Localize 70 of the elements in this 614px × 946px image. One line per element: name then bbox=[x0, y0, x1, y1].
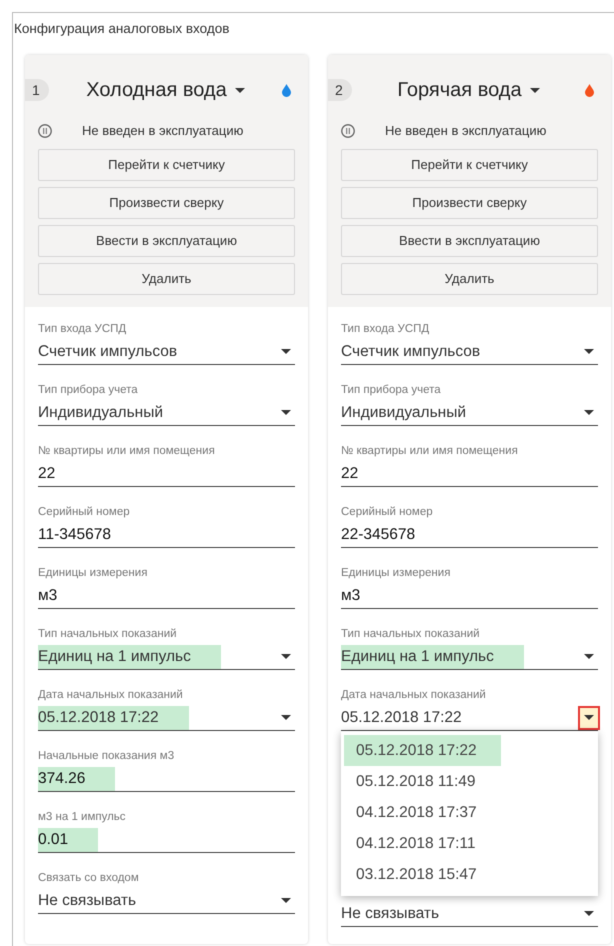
input-title[interactable]: Холодная вода bbox=[86, 75, 227, 105]
pause-icon bbox=[341, 124, 355, 138]
action-button[interactable]: Перейти к счетчику bbox=[341, 148, 598, 180]
input-number: 2 bbox=[328, 79, 352, 101]
select-field[interactable]: Индивидуальный bbox=[341, 400, 468, 424]
field-label: № квартиры или имя помещения bbox=[38, 444, 215, 458]
dropdown-toggle[interactable] bbox=[580, 708, 598, 728]
input-field[interactable]: 22-345678 bbox=[341, 522, 418, 546]
input-field[interactable]: 0.01 bbox=[38, 828, 98, 852]
select-field[interactable]: 05.12.2018 17:22 bbox=[341, 706, 464, 730]
action-button[interactable]: Произвести сверку bbox=[38, 186, 295, 218]
field-label: Тип входа УСПД bbox=[38, 322, 126, 336]
caret-icon bbox=[281, 898, 291, 903]
caret-icon bbox=[281, 410, 291, 415]
field-label: Тип начальных показаний bbox=[38, 626, 177, 642]
select-field[interactable]: Счетчик импульсов bbox=[38, 340, 180, 364]
input-field[interactable]: м3 bbox=[38, 584, 60, 608]
field-label: № квартиры или имя помещения bbox=[341, 444, 518, 458]
select-field[interactable]: Единиц на 1 импульс bbox=[38, 644, 221, 668]
select-field[interactable]: Не связывать bbox=[341, 902, 442, 926]
status-text: Не введен в эксплуатацию bbox=[385, 122, 546, 140]
select-field[interactable]: Индивидуальный bbox=[38, 400, 166, 424]
input-field[interactable]: 22 bbox=[38, 462, 58, 486]
menu-item[interactable]: 05.12.2018 17:22 bbox=[344, 734, 501, 766]
input-number: 1 bbox=[25, 79, 49, 101]
caret-icon bbox=[234, 88, 245, 92]
select-field[interactable]: Единиц на 1 импульс bbox=[341, 644, 524, 668]
input-field[interactable]: 11-345678 bbox=[38, 522, 113, 546]
panel-title: Конфигурация аналоговых входов bbox=[14, 20, 230, 38]
field-label: Связать со входом bbox=[38, 870, 139, 886]
caret-icon bbox=[584, 715, 594, 720]
field-label: Тип входа УСПД bbox=[341, 322, 430, 336]
caret-icon bbox=[530, 88, 540, 92]
menu-item[interactable]: 04.12.2018 17:11 bbox=[344, 828, 488, 858]
menu-item[interactable]: 04.12.2018 17:37 bbox=[344, 796, 489, 828]
action-button[interactable]: Удалить bbox=[341, 262, 598, 294]
select-field[interactable]: Счетчик импульсов bbox=[341, 340, 482, 364]
field-label: Серийный номер bbox=[38, 504, 130, 520]
field-label: Тип начальных показаний bbox=[341, 626, 480, 642]
field-label: Дата начальных показаний bbox=[341, 688, 486, 702]
field-label: Дата начальных показаний bbox=[38, 688, 183, 702]
field-label: Серийный номер bbox=[341, 504, 433, 520]
field-label: м3 на 1 импульс bbox=[38, 810, 126, 824]
field-label: Тип прибора учета bbox=[38, 382, 138, 398]
menu-item[interactable]: 03.12.2018 15:47 bbox=[344, 858, 489, 890]
select-field[interactable]: Не связывать bbox=[38, 888, 138, 912]
action-button[interactable]: Ввести в эксплуатацию bbox=[38, 224, 295, 256]
field-label: Единицы измерения bbox=[341, 566, 450, 580]
caret-icon bbox=[584, 410, 594, 415]
action-button[interactable]: Произвести сверку bbox=[341, 186, 598, 218]
caret-icon bbox=[281, 654, 291, 659]
action-button[interactable]: Ввести в эксплуатацию bbox=[341, 224, 598, 256]
field-label: Начальные показания м3 bbox=[38, 748, 174, 764]
input-field[interactable]: 22 bbox=[341, 462, 360, 486]
caret-icon bbox=[584, 911, 594, 916]
action-button[interactable]: Удалить bbox=[38, 262, 295, 294]
caret-icon bbox=[281, 715, 291, 720]
field-label: Единицы измерения bbox=[38, 566, 148, 580]
pause-icon bbox=[38, 124, 52, 138]
select-field[interactable]: 05.12.2018 17:22 bbox=[38, 706, 189, 730]
caret-icon bbox=[584, 349, 594, 354]
input-field[interactable]: м3 bbox=[341, 584, 362, 608]
field-label: Тип прибора учета bbox=[341, 382, 441, 398]
input-title[interactable]: Горячая вода bbox=[397, 75, 522, 105]
input-field[interactable]: 374.26 bbox=[38, 766, 116, 790]
action-button[interactable]: Перейти к счетчику bbox=[38, 148, 295, 180]
caret-icon bbox=[584, 654, 594, 659]
caret-icon bbox=[281, 349, 291, 354]
status-text: Не введен в эксплуатацию bbox=[82, 122, 244, 140]
menu-item[interactable]: 05.12.2018 11:49 bbox=[344, 766, 488, 796]
